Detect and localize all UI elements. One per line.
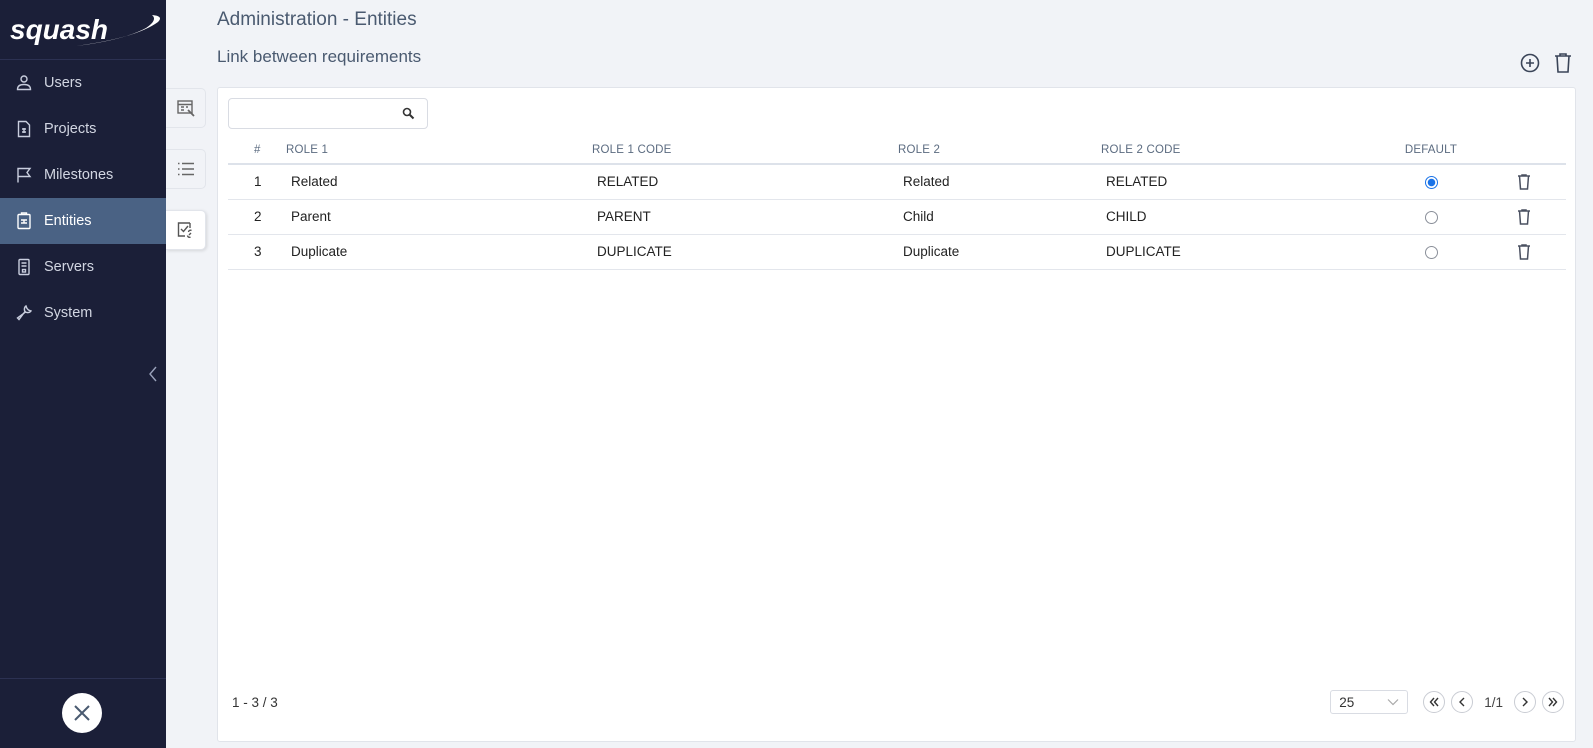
role2-cell[interactable]: Related — [898, 164, 1101, 199]
col-header-default[interactable]: DEFAULT — [1381, 136, 1481, 164]
project-icon — [14, 119, 34, 139]
server-icon — [14, 257, 34, 277]
links-panel: # ROLE 1 ROLE 1 CODE ROLE 2 ROLE 2 CODE … — [217, 87, 1576, 742]
sidebar: squash Users Projects Milestones Entit — [0, 0, 166, 748]
sidebar-item-system[interactable]: System — [0, 290, 166, 336]
table-row[interactable]: 1 Related RELATED Related RELATED — [228, 164, 1566, 199]
custom-fields-tab[interactable] — [166, 88, 206, 128]
search-input[interactable] — [229, 99, 389, 128]
role1-code-cell[interactable]: RELATED — [592, 164, 898, 199]
role2-cell[interactable]: Duplicate — [898, 234, 1101, 269]
header-actions — [1519, 52, 1573, 74]
trash-icon — [1517, 174, 1531, 190]
search-icon[interactable] — [402, 107, 415, 125]
user-icon — [14, 73, 34, 93]
page-title: Administration - Entities — [217, 9, 417, 31]
section-title: Link between requirements — [217, 47, 421, 67]
sidebar-item-servers[interactable]: Servers — [0, 244, 166, 290]
trash-icon — [1517, 209, 1531, 225]
page-indicator: 1/1 — [1484, 695, 1503, 710]
add-link-button[interactable] — [1519, 52, 1541, 74]
chevron-right-icon — [1519, 696, 1531, 708]
sidebar-nav: Users Projects Milestones Entities Serve… — [0, 60, 166, 336]
col-header-role1[interactable]: ROLE 1 — [286, 136, 592, 164]
role1-code-cell[interactable]: DUPLICATE — [592, 234, 898, 269]
trash-icon — [1517, 244, 1531, 260]
col-header-role2-code[interactable]: ROLE 2 CODE — [1101, 136, 1381, 164]
table-header-row: # ROLE 1 ROLE 1 CODE ROLE 2 ROLE 2 CODE … — [228, 136, 1566, 164]
role2-cell[interactable]: Child — [898, 199, 1101, 234]
trash-icon — [1553, 52, 1573, 74]
close-admin-button[interactable] — [62, 693, 102, 733]
col-header-actions — [1481, 136, 1566, 164]
sidebar-item-label: Milestones — [44, 167, 113, 183]
row-number: 3 — [228, 234, 286, 269]
logo-text: squash — [10, 14, 108, 45]
table-row[interactable]: 3 Duplicate DUPLICATE Duplicate DUPLICAT… — [228, 234, 1566, 269]
default-radio[interactable] — [1425, 211, 1438, 224]
default-radio[interactable] — [1425, 176, 1438, 189]
sidebar-item-entities[interactable]: Entities — [0, 198, 166, 244]
collapse-sidebar-button[interactable] — [146, 364, 160, 384]
first-page-button[interactable] — [1423, 691, 1445, 713]
table-edit-icon — [176, 98, 196, 118]
col-header-number[interactable]: # — [228, 136, 286, 164]
sidebar-item-label: Servers — [44, 259, 94, 275]
clipboard-icon — [14, 211, 34, 231]
requirement-links-tab[interactable] — [166, 210, 206, 250]
role1-cell[interactable]: Related — [286, 164, 592, 199]
delete-selected-button[interactable] — [1553, 52, 1573, 74]
delete-row-button[interactable] — [1517, 244, 1531, 260]
sidebar-footer — [0, 678, 166, 748]
role2-code-cell[interactable]: DUPLICATE — [1101, 234, 1381, 269]
double-chevron-left-icon — [1428, 696, 1440, 708]
role1-cell[interactable]: Duplicate — [286, 234, 592, 269]
role2-code-cell[interactable]: RELATED — [1101, 164, 1381, 199]
delete-row-button[interactable] — [1517, 209, 1531, 225]
chevron-left-icon — [1456, 696, 1468, 708]
pagination: 25 1/1 — [1330, 690, 1567, 714]
sidebar-item-label: System — [44, 305, 92, 321]
sidebar-item-label: Projects — [44, 121, 96, 137]
sidebar-item-milestones[interactable]: Milestones — [0, 152, 166, 198]
next-page-button[interactable] — [1514, 691, 1536, 713]
row-number: 2 — [228, 199, 286, 234]
col-header-role2[interactable]: ROLE 2 — [898, 136, 1101, 164]
role1-code-cell[interactable]: PARENT — [592, 199, 898, 234]
chevron-down-icon — [1387, 698, 1399, 706]
col-header-role1-code[interactable]: ROLE 1 CODE — [592, 136, 898, 164]
double-chevron-right-icon — [1547, 696, 1559, 708]
entity-tabs — [166, 88, 206, 271]
table-row[interactable]: 2 Parent PARENT Child CHILD — [228, 199, 1566, 234]
page-size-select[interactable]: 25 — [1330, 690, 1408, 714]
sidebar-item-users[interactable]: Users — [0, 60, 166, 106]
flag-icon — [14, 165, 34, 185]
close-icon — [72, 703, 92, 723]
sidebar-item-projects[interactable]: Projects — [0, 106, 166, 152]
delete-row-button[interactable] — [1517, 174, 1531, 190]
links-table: # ROLE 1 ROLE 1 CODE ROLE 2 ROLE 2 CODE … — [228, 136, 1566, 270]
search-box — [228, 98, 428, 129]
wrench-icon — [14, 303, 34, 323]
row-number: 1 — [228, 164, 286, 199]
chevron-left-icon — [146, 364, 160, 384]
last-page-button[interactable] — [1542, 691, 1564, 713]
sidebar-item-label: Users — [44, 75, 82, 91]
plus-circle-icon — [1519, 52, 1541, 74]
sidebar-item-label: Entities — [44, 213, 92, 229]
role2-code-cell[interactable]: CHILD — [1101, 199, 1381, 234]
default-radio[interactable] — [1425, 246, 1438, 259]
list-icon — [176, 159, 196, 179]
lists-tab[interactable] — [166, 149, 206, 189]
role1-cell[interactable]: Parent — [286, 199, 592, 234]
result-count: 1 - 3 / 3 — [232, 695, 278, 710]
previous-page-button[interactable] — [1451, 691, 1473, 713]
checkbox-link-icon — [176, 220, 196, 240]
page-size-value: 25 — [1339, 695, 1354, 710]
squash-logo[interactable]: squash — [0, 0, 166, 60]
